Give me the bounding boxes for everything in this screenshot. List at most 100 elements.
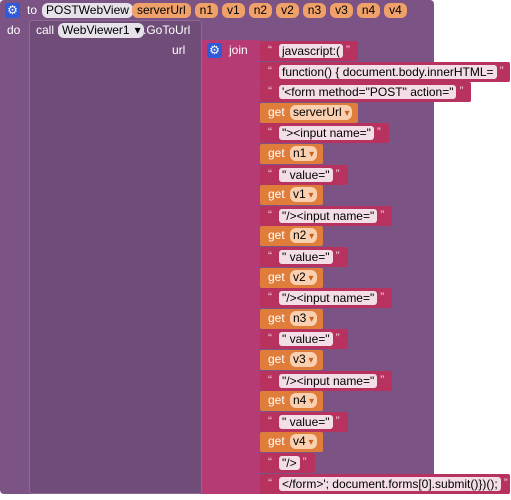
close-quote-icon: ” (335, 331, 340, 346)
text-value[interactable]: "/><input name=" (279, 291, 378, 306)
chevron-down-icon: ▾ (305, 272, 314, 284)
join-block[interactable] (202, 40, 260, 494)
open-quote-icon: “ (268, 455, 272, 469)
variable-dropdown[interactable]: n1 ▾ (290, 146, 318, 161)
text-block[interactable]: “ "/><input name="” (260, 288, 393, 309)
get-block[interactable]: get v3 ▾ (260, 350, 323, 370)
get-block[interactable]: get v1 ▾ (260, 185, 323, 206)
chevron-down-icon: ▾ (305, 190, 314, 202)
text-value[interactable]: " value=" (279, 414, 333, 429)
get-label: get (268, 104, 285, 119)
variable-name: serverUrl (293, 104, 342, 119)
text-value[interactable]: "/><input name=" (279, 373, 378, 388)
gear-icon[interactable]: ⚙ (207, 43, 222, 58)
close-quote-icon: ” (302, 455, 307, 469)
gear-icon[interactable]: ⚙ (5, 3, 20, 18)
get-block[interactable]: get n1 ▾ (260, 144, 324, 164)
text-block[interactable]: “ javascript:(” (260, 41, 359, 61)
open-quote-icon: “ (268, 372, 272, 387)
text-value[interactable]: " value=" (279, 332, 333, 347)
open-quote-icon: “ (268, 207, 272, 222)
param-v2[interactable]: v2 (276, 3, 299, 18)
procedure-name-field[interactable]: POSTWebView (42, 3, 133, 18)
text-value[interactable]: " value=" (279, 250, 333, 264)
get-block[interactable]: get v2 ▾ (260, 267, 323, 288)
get-label: get (268, 352, 285, 366)
variable-name: v4 (293, 434, 306, 449)
close-quote-icon: ” (346, 43, 351, 57)
get-block[interactable]: get v4 ▾ (260, 432, 323, 453)
chevron-down-icon: ▾ (306, 149, 315, 160)
variable-dropdown[interactable]: n4 ▾ (290, 393, 318, 409)
param-serverUrl[interactable]: serverUrl (132, 3, 191, 18)
text-value[interactable]: "><input name=" (279, 126, 374, 141)
text-block[interactable]: “ " value="” (260, 329, 348, 350)
open-quote-icon: “ (268, 475, 272, 490)
call-label: call (36, 23, 55, 37)
get-block[interactable]: get n3 ▾ (260, 308, 324, 329)
text-block[interactable]: “ "/><input name="” (260, 205, 393, 226)
param-n3[interactable]: n3 (302, 3, 327, 18)
variable-name: v1 (293, 187, 306, 202)
close-quote-icon: ” (499, 63, 504, 78)
text-value[interactable]: </form>'; document.forms[0].submit()})()… (279, 476, 501, 491)
get-label: get (268, 187, 285, 202)
text-value[interactable]: "/> (279, 456, 300, 470)
get-label: get (268, 269, 285, 284)
component-name: WebViewer1 (62, 23, 130, 37)
open-quote-icon: “ (268, 413, 272, 428)
text-block[interactable]: “ function() { document.body.innerHTML=” (260, 61, 510, 82)
procedure-body-spine (7, 36, 29, 486)
text-value[interactable]: javascript:( (279, 44, 344, 58)
text-block[interactable]: “ "><input name="” (260, 123, 389, 144)
chevron-down-icon: ▾ (306, 396, 315, 408)
get-label: get (268, 228, 285, 243)
param-n1[interactable]: n1 (194, 3, 219, 18)
text-block[interactable]: “ " value="” (260, 164, 348, 185)
chevron-down-icon: ▾ (134, 23, 141, 37)
chevron-down-icon: ▾ (341, 107, 350, 119)
param-v1[interactable]: v1 (222, 3, 245, 18)
variable-dropdown[interactable]: serverUrl ▾ (290, 104, 353, 120)
url-label: url (172, 43, 186, 57)
text-value[interactable]: " value=" (279, 167, 333, 182)
param-n2[interactable]: n2 (248, 3, 273, 18)
get-label: get (268, 146, 285, 160)
close-quote-icon: ” (335, 249, 340, 263)
text-block[interactable]: “ "/><input name="” (260, 370, 393, 391)
variable-dropdown[interactable]: n2 ▾ (290, 228, 318, 244)
method-label: .GoToUrl (143, 23, 191, 37)
get-label: get (268, 393, 285, 408)
text-block[interactable]: “ " value="” (260, 411, 348, 432)
text-block[interactable]: “ '<form method="POST" action="” (260, 82, 472, 103)
close-quote-icon: ” (503, 475, 508, 490)
variable-dropdown[interactable]: v3 ▾ (290, 352, 317, 367)
text-block[interactable]: “ "/>” (260, 453, 315, 473)
get-label: get (268, 310, 285, 325)
text-value[interactable]: '<form method="POST" action=" (279, 85, 457, 100)
open-quote-icon: “ (268, 84, 272, 99)
variable-dropdown[interactable]: v2 ▾ (290, 269, 317, 285)
text-block[interactable]: “ " value="” (260, 247, 348, 267)
text-block[interactable]: “ </form>'; document.forms[0].submit()})(… (260, 473, 510, 494)
param-n4[interactable]: n4 (356, 3, 381, 18)
component-dropdown[interactable]: WebViewer1 ▾ (58, 23, 144, 38)
call-block[interactable] (29, 20, 202, 494)
get-block[interactable]: get n4 ▾ (260, 391, 324, 412)
variable-name: n2 (293, 228, 307, 243)
do-label: do (7, 23, 21, 37)
text-value[interactable]: "/><input name=" (279, 208, 378, 223)
get-block[interactable]: get serverUrl ▾ (260, 102, 359, 123)
text-value[interactable]: function() { document.body.innerHTML= (279, 64, 497, 79)
variable-dropdown[interactable]: n3 ▾ (290, 310, 318, 326)
chevron-down-icon: ▾ (306, 313, 315, 325)
param-v3[interactable]: v3 (330, 3, 353, 18)
get-block[interactable]: get n2 ▾ (260, 226, 324, 247)
get-label: get (268, 434, 285, 449)
close-quote-icon: ” (376, 125, 381, 140)
open-quote-icon: “ (268, 43, 272, 57)
variable-dropdown[interactable]: v1 ▾ (290, 187, 317, 203)
variable-name: n3 (293, 310, 307, 325)
param-v4[interactable]: v4 (384, 3, 407, 18)
variable-dropdown[interactable]: v4 ▾ (290, 434, 317, 450)
